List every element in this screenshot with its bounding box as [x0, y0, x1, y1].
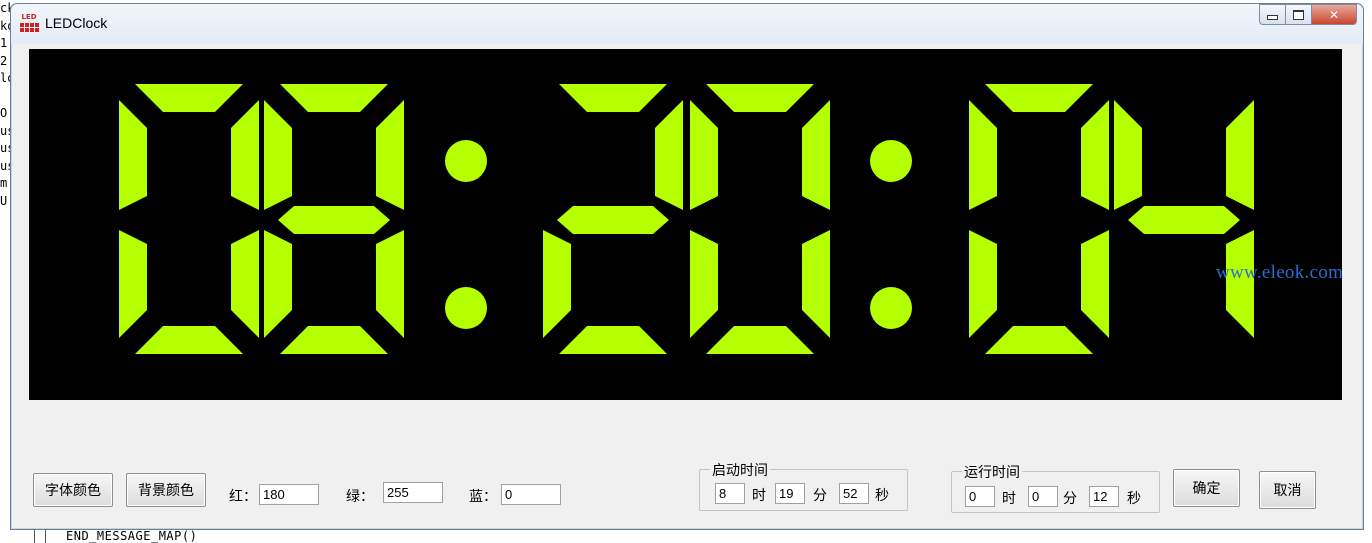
start-hour-input[interactable]: 8: [715, 483, 745, 504]
led-segment-d: [706, 326, 814, 354]
led-segment-d: [135, 326, 243, 354]
led-segment-g: [1128, 206, 1240, 234]
led-display: [29, 49, 1342, 400]
run-second-input[interactable]: 12: [1089, 486, 1119, 507]
start-second-label: 秒: [875, 488, 889, 504]
led-segment-b: [1226, 100, 1254, 210]
app-icon: LED: [19, 13, 39, 33]
start-minute-label: 分: [813, 488, 827, 504]
start-hour-label: 时: [752, 488, 766, 504]
led-segment-b: [376, 100, 404, 210]
blue-value-input[interactable]: 0: [501, 484, 561, 505]
led-segment-c: [1226, 230, 1254, 338]
led-segment-a: [985, 84, 1093, 112]
led-segment-f: [264, 100, 292, 210]
run-hour-label: 时: [1002, 491, 1016, 507]
cancel-button[interactable]: 取消: [1259, 471, 1316, 509]
led-segment-e: [264, 230, 292, 338]
led-segment-b: [1081, 100, 1109, 210]
title-bar[interactable]: LED LEDClock ✕: [11, 4, 1363, 44]
background-color-button[interactable]: 背景颜色: [126, 473, 206, 507]
close-icon: ✕: [1328, 7, 1340, 22]
window-title: LEDClock: [45, 15, 108, 31]
led-segment-g: [557, 206, 669, 234]
led-segment-d: [985, 326, 1093, 354]
ledclock-window: LED LEDClock ✕ www.eleok.com 字体颜色 背景颜色 红…: [10, 3, 1364, 530]
app-icon-text: LED: [21, 13, 37, 21]
green-label: 绿：: [346, 489, 374, 505]
led-digit: [969, 84, 1109, 354]
close-button[interactable]: ✕: [1311, 4, 1357, 25]
led-segment-g: [278, 206, 390, 234]
red-label: 红：: [229, 489, 257, 505]
caption-buttons: ✕: [1259, 4, 1357, 26]
run-minute-input[interactable]: 0: [1028, 486, 1058, 507]
led-digit: [1114, 100, 1254, 338]
led-digit: [543, 84, 683, 354]
led-colon-dot: [445, 287, 487, 329]
led-segment-c: [231, 230, 259, 338]
led-segment-a: [135, 84, 243, 112]
led-segment-f: [969, 100, 997, 210]
maximize-button[interactable]: [1285, 4, 1311, 25]
led-segment-b: [655, 100, 683, 210]
led-segment-c: [1081, 230, 1109, 338]
led-segment-c: [376, 230, 404, 338]
green-value-input[interactable]: 255: [383, 482, 443, 503]
led-segment-d: [559, 326, 667, 354]
led-segment-f: [119, 100, 147, 210]
led-segment-b: [231, 100, 259, 210]
run-minute-label: 分: [1063, 491, 1077, 507]
red-value-input[interactable]: 180: [259, 484, 319, 505]
start-second-input[interactable]: 52: [839, 483, 869, 504]
led-segment-a: [280, 84, 388, 112]
minimize-button[interactable]: [1259, 4, 1285, 25]
led-segment-f: [690, 100, 718, 210]
led-digit: [264, 84, 404, 354]
blue-label: 蓝：: [469, 489, 497, 505]
led-segment-f: [1114, 100, 1142, 210]
led-segment-d: [280, 326, 388, 354]
ok-button[interactable]: 确定: [1173, 469, 1240, 507]
led-segment-e: [543, 230, 571, 338]
led-segment-e: [119, 230, 147, 338]
run-second-label: 秒: [1127, 491, 1141, 507]
run-hour-input[interactable]: 0: [965, 486, 995, 507]
led-segment-c: [802, 230, 830, 338]
start-minute-input[interactable]: 19: [775, 483, 805, 504]
led-segment-a: [706, 84, 814, 112]
start-time-title: 启动时间: [710, 460, 770, 480]
led-digit: [119, 84, 259, 354]
led-segment-b: [802, 100, 830, 210]
led-digits-canvas: [119, 84, 1254, 354]
led-segment-e: [969, 230, 997, 338]
minimize-icon: [1267, 15, 1278, 20]
led-colon-dot: [445, 140, 487, 182]
watermark-text: www.eleok.com: [1216, 262, 1344, 283]
led-colon-dot: [870, 140, 912, 182]
run-time-title: 运行时间: [962, 462, 1022, 482]
maximize-icon: [1293, 9, 1304, 20]
run-time-group: 运行时间 0 时 0 分 12 秒: [951, 462, 1160, 513]
font-color-button[interactable]: 字体颜色: [33, 473, 113, 507]
led-colon-dot: [870, 287, 912, 329]
start-time-group: 启动时间 8 时 19 分 52 秒: [699, 460, 908, 511]
led-segment-a: [559, 84, 667, 112]
led-digit: [690, 84, 830, 354]
led-segment-e: [690, 230, 718, 338]
